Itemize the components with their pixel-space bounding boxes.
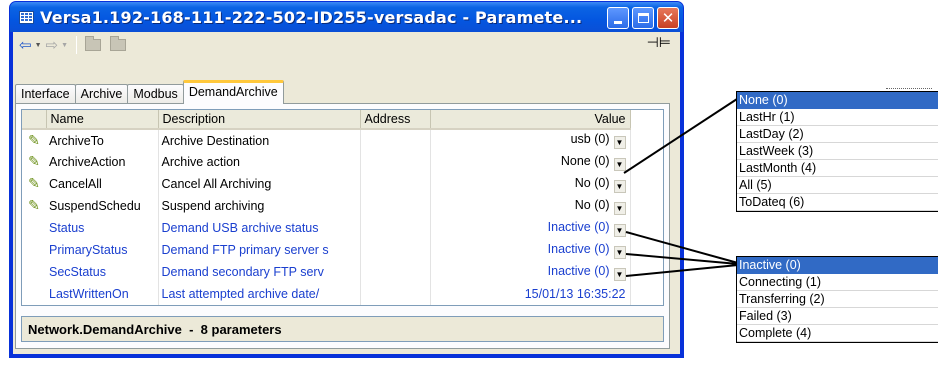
dropdown-option[interactable]: ToDateq (6)	[737, 194, 938, 211]
dropdown-option[interactable]: LastMonth (4)	[737, 160, 938, 177]
dropdown-option[interactable]: None (0)	[737, 92, 938, 109]
dropdown-option[interactable]: LastDay (2)	[737, 126, 938, 143]
dropdown-option[interactable]: Failed (3)	[737, 308, 938, 325]
connector-secstatus	[625, 264, 739, 277]
dropdown-option[interactable]: All (5)	[737, 177, 938, 194]
connector-archiveaction	[623, 98, 738, 174]
archive-action-dropdown-list: None (0) LastHr (1) LastDay (2) LastWeek…	[736, 91, 938, 212]
dropdown-option[interactable]: LastWeek (3)	[737, 143, 938, 160]
status-dropdown-list: Inactive (0) Connecting (1) Transferring…	[736, 256, 938, 343]
dropdown-option[interactable]: Inactive (0)	[737, 257, 938, 274]
dropdown-option[interactable]: Transferring (2)	[737, 291, 938, 308]
tab-demandarchive[interactable]: DemandArchive	[182, 80, 284, 104]
dropdown-option[interactable]: Complete (4)	[737, 325, 938, 342]
dropdown-option[interactable]: LastHr (1)	[737, 109, 938, 126]
cropped-edge-fragment	[886, 88, 932, 89]
dropdown-option[interactable]: Connecting (1)	[737, 274, 938, 291]
